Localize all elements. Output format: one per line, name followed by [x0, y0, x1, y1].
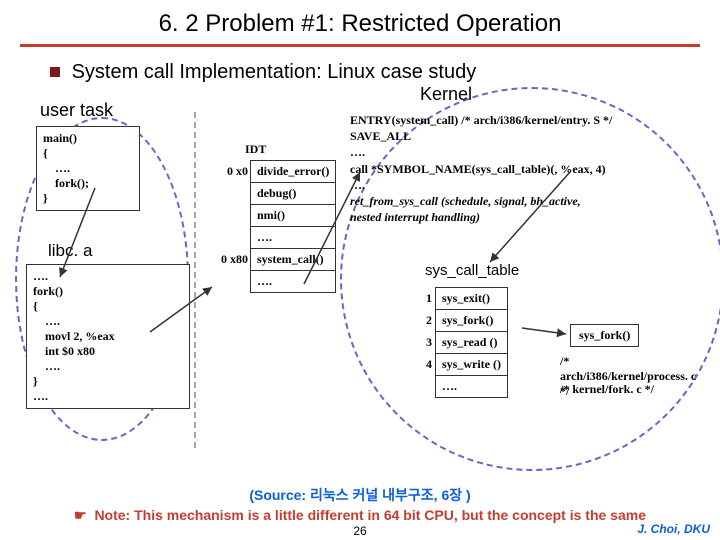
main-code-box: main() { …. fork(); } — [36, 126, 140, 211]
table-row: 3sys_read () — [420, 332, 507, 354]
table-row: …. — [215, 227, 336, 249]
syscall-table: 1sys_exit() 2sys_fork() 3sys_read () 4sy… — [420, 287, 508, 398]
slide-title: 6. 2 Problem #1: Restricted Operation — [20, 0, 700, 47]
idt-table: 0 x0divide_error() debug() nmi() …. 0 x8… — [215, 160, 336, 293]
footer-note-row: ☛ Note: This mechanism is a little diffe… — [0, 507, 720, 524]
usertask-label: user task — [40, 100, 113, 121]
libc-code-box: …. fork() { …. movl 2, %eax int $0 x80 …… — [26, 264, 190, 409]
table-row: nmi() — [215, 205, 336, 227]
table-row: 4sys_write () — [420, 354, 507, 376]
subtitle-text: System call Implementation: Linux case s… — [72, 61, 477, 83]
page-number: 26 — [353, 524, 366, 538]
idt-label: IDT — [245, 142, 266, 157]
sysfork-box: sys_fork() — [570, 324, 639, 347]
table-row: …. — [215, 271, 336, 293]
bullet-icon — [50, 67, 60, 77]
diagram-canvas: user task Kernel main() { …. fork(); } l… — [20, 92, 700, 462]
footer-block: (Source: 리눅스 커널 내부구조, 6장 ) ☛ Note: This … — [0, 485, 720, 524]
credit-text: J. Choi, DKU — [637, 522, 710, 536]
table-row: 0 x0divide_error() — [215, 161, 336, 183]
footer-note: Note: This mechanism is a little differe… — [94, 507, 646, 523]
pointing-hand-icon: ☛ — [74, 507, 87, 524]
footer-source: (Source: 리눅스 커널 내부구조, 6장 ) — [0, 485, 720, 505]
kernel-label: Kernel — [420, 84, 472, 105]
subtitle-row: System call Implementation: Linux case s… — [50, 61, 720, 84]
table-row: debug() — [215, 183, 336, 205]
comment-fork-c: /* kernel/fork. c */ — [560, 382, 654, 397]
table-row: 0 x80system_call() — [215, 249, 336, 271]
table-row: …. — [420, 376, 507, 398]
table-row: 2sys_fork() — [420, 310, 507, 332]
entry-code-block: ENTRY(system_call) /* arch/i386/kernel/e… — [350, 112, 700, 225]
libc-label: libc. a — [48, 240, 92, 261]
syscall-table-label: sys_call_table — [425, 262, 519, 279]
table-row: 1sys_exit() — [420, 288, 507, 310]
